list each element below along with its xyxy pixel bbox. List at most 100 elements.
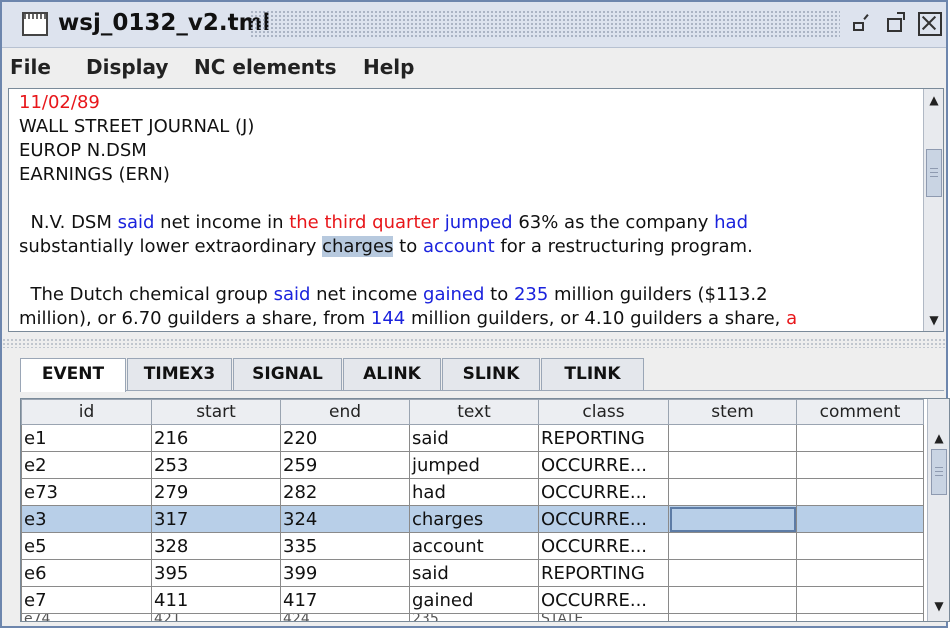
text-scrollbar[interactable]: ▲ ▼ [923,89,943,331]
column-header-end[interactable]: end [280,399,410,425]
maximize-icon[interactable] [884,12,908,36]
column-header-class[interactable]: class [538,399,669,425]
table-row[interactable]: e73 279 282 had OCCURRE... [21,478,924,506]
menu-help[interactable]: Help [363,55,414,79]
cell-start[interactable]: 328 [151,532,281,560]
cell-id[interactable]: e7 [21,586,152,614]
scroll-down-icon[interactable]: ▼ [926,311,942,329]
column-header-comment[interactable]: comment [796,399,924,425]
cell-text[interactable]: jumped [409,451,539,479]
table-row[interactable]: e6 395 399 said REPORTING [21,559,924,587]
cell-stem[interactable] [668,532,797,560]
text-scroll-thumb[interactable] [926,149,942,197]
cell-comment[interactable] [796,586,924,614]
tab-signal[interactable]: SIGNAL [233,358,342,390]
cell-end[interactable]: 282 [280,478,410,506]
cell-class[interactable]: OCCURRE... [538,586,669,614]
cell-end[interactable]: 424 [280,613,410,621]
close-icon[interactable] [918,12,942,36]
cell-comment[interactable] [796,613,924,621]
column-header-start[interactable]: start [151,399,281,425]
tab-event[interactable]: EVENT [20,358,126,392]
cell-class[interactable]: OCCURRE... [538,505,669,533]
cell-end[interactable]: 399 [280,559,410,587]
cell-start[interactable]: 421 [151,613,281,621]
table-row[interactable]: e5 328 335 account OCCURRE... [21,532,924,560]
cell-text[interactable]: had [409,478,539,506]
minimize-icon[interactable] [850,12,874,36]
cell-class[interactable]: OCCURRE... [538,532,669,560]
table-scrollbar[interactable]: ▲ ▼ [927,399,949,621]
tab-tlink[interactable]: TLINK [541,358,644,390]
menu-nc-elements[interactable]: NC elements [194,55,336,79]
column-header-id[interactable]: id [21,399,152,425]
cell-start[interactable]: 279 [151,478,281,506]
cell-start[interactable]: 253 [151,451,281,479]
cell-stem[interactable] [668,424,797,452]
cell-text[interactable]: said [409,424,539,452]
document-text[interactable]: 11/02/89 WALL STREET JOURNAL (J) EUROP N.D… [19,91,919,331]
table-scroll-thumb[interactable] [931,449,947,495]
tab-timex3[interactable]: TIMEX3 [127,358,232,390]
column-header-stem[interactable]: stem [668,399,797,425]
cell-id[interactable]: e1 [21,424,152,452]
cell-comment[interactable] [796,478,924,506]
cell-start[interactable]: 411 [151,586,281,614]
cell-class[interactable]: OCCURRE... [538,478,669,506]
title-bar[interactable]: wsj_0132_v2.tml [2,2,946,48]
document-text-pane[interactable]: 11/02/89 WALL STREET JOURNAL (J) EUROP N.D… [8,88,944,332]
cell-stem[interactable] [668,451,797,479]
cell-end[interactable]: 259 [280,451,410,479]
cell-comment[interactable] [796,451,924,479]
tab-slink[interactable]: SLINK [442,358,540,390]
cell-comment[interactable] [796,532,924,560]
cell-class[interactable]: OCCURRE... [538,451,669,479]
cell-stem[interactable] [668,586,797,614]
cell-class[interactable]: STATE [538,613,669,621]
cell-id[interactable]: e5 [21,532,152,560]
cell-start[interactable]: 395 [151,559,281,587]
cell-id[interactable]: e6 [21,559,152,587]
cell-end[interactable]: 335 [280,532,410,560]
cell-stem[interactable] [668,478,797,506]
scroll-up-icon[interactable]: ▲ [926,91,942,109]
cell-start[interactable]: 216 [151,424,281,452]
cell-end[interactable]: 220 [280,424,410,452]
cell-text[interactable]: account [409,532,539,560]
table-row-partial[interactable]: e74 421 424 235 STATE [21,613,924,621]
cell-id[interactable]: e2 [21,451,152,479]
cell-id[interactable]: e73 [21,478,152,506]
cell-stem[interactable] [668,559,797,587]
cell-end[interactable]: 324 [280,505,410,533]
cell-stem-focused[interactable] [668,505,797,533]
split-pane-divider[interactable] [2,338,946,348]
table-scroll-up-icon[interactable]: ▲ [931,429,947,447]
cell-text[interactable]: gained [409,586,539,614]
event-table[interactable]: id start end text class stem comment e1 … [21,399,924,621]
cell-class[interactable]: REPORTING [538,424,669,452]
cell-text[interactable]: said [409,559,539,587]
cell-class[interactable]: REPORTING [538,559,669,587]
cell-text[interactable]: 235 [409,613,539,621]
table-row-selected[interactable]: e3 317 324 charges OCCURRE... [21,505,924,533]
cell-stem[interactable] [668,613,797,621]
menu-display[interactable]: Display [86,55,168,79]
cell-start[interactable]: 317 [151,505,281,533]
cell-text[interactable]: charges [409,505,539,533]
menu-file[interactable]: File [10,55,51,79]
cell-id[interactable]: e74 [21,613,152,621]
tab-alink[interactable]: ALINK [343,358,441,390]
event-table-pane[interactable]: id start end text class stem comment e1 … [20,398,950,622]
paragraph-1-line-2: substantially lower extraordinary charge… [19,236,753,257]
table-scroll-down-icon[interactable]: ▼ [931,597,947,615]
table-row[interactable]: e1 216 220 said REPORTING [21,424,924,452]
doc-date: 11/02/89 [19,92,100,113]
cell-comment[interactable] [796,559,924,587]
cell-comment[interactable] [796,505,924,533]
cell-comment[interactable] [796,424,924,452]
table-row[interactable]: e2 253 259 jumped OCCURRE... [21,451,924,479]
cell-end[interactable]: 417 [280,586,410,614]
column-header-text[interactable]: text [409,399,539,425]
table-row[interactable]: e7 411 417 gained OCCURRE... [21,586,924,614]
cell-id[interactable]: e3 [21,505,152,533]
